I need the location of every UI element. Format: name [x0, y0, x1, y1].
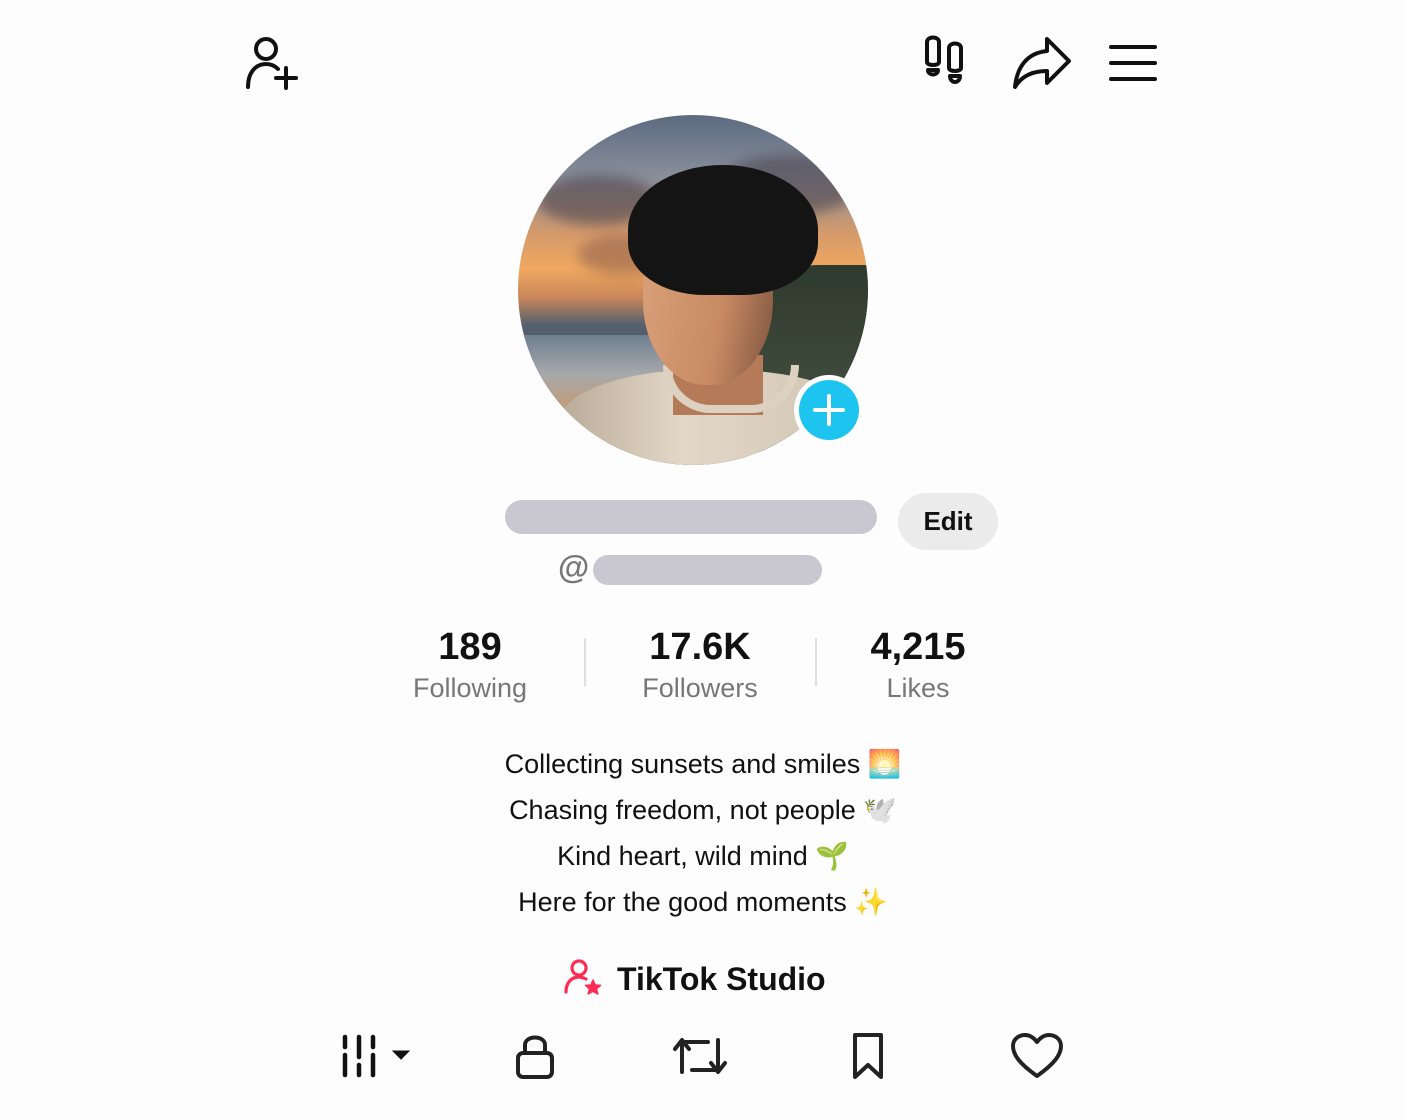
footprints-icon[interactable] [917, 30, 977, 94]
creator-star-icon [563, 958, 603, 1001]
add-avatar-button[interactable] [794, 375, 864, 445]
tab-liked[interactable] [1005, 1030, 1069, 1086]
bio-line: Chasing freedom, not people 🕊️ [509, 795, 897, 825]
repost-icon [672, 1032, 728, 1085]
share-icon[interactable] [1010, 32, 1074, 92]
handle-prefix: @ [558, 549, 590, 585]
tiktok-studio-link[interactable]: TikTok Studio [563, 957, 826, 1001]
bio-line: Kind heart, wild mind 🌱 [557, 841, 849, 871]
stat-followers[interactable]: 17.6K Followers [610, 626, 790, 708]
stat-label: Likes [886, 673, 950, 703]
tab-videos[interactable] [336, 1030, 416, 1086]
tab-favorites[interactable] [838, 1030, 898, 1086]
tab-reposts[interactable] [668, 1030, 732, 1086]
stat-value: 189 [438, 626, 502, 668]
menu-icon[interactable] [1104, 38, 1162, 88]
handle-redacted [593, 555, 822, 585]
stat-label: Following [412, 673, 528, 703]
edit-profile-button[interactable]: Edit [898, 493, 998, 550]
lock-icon [513, 1031, 557, 1086]
stat-following[interactable]: 189 Following [380, 626, 560, 708]
stat-value: 17.6K [649, 626, 751, 668]
bio-line: Collecting sunsets and smiles 🌅 [504, 749, 902, 779]
display-name-redacted [505, 500, 877, 534]
tab-private[interactable] [505, 1030, 565, 1086]
stat-divider [815, 638, 817, 686]
heart-icon [1010, 1032, 1064, 1085]
stat-divider [584, 638, 586, 686]
add-plus-icon [799, 380, 859, 440]
bio-line: Here for the good moments ✨ [518, 887, 888, 917]
videos-grid-icon [339, 1033, 413, 1084]
stat-likes[interactable]: 4,215 Likes [828, 626, 1008, 708]
stat-label: Followers [642, 673, 758, 703]
stat-value: 4,215 [870, 626, 966, 668]
add-friend-icon[interactable] [238, 30, 302, 94]
bio: Collecting sunsets and smiles 🌅 Chasing … [0, 741, 1406, 925]
studio-label: TikTok Studio [617, 960, 826, 997]
profile-page: Edit @ 189 Following 17.6K Followers 4,2… [0, 0, 1406, 1119]
bookmark-icon [847, 1031, 889, 1086]
